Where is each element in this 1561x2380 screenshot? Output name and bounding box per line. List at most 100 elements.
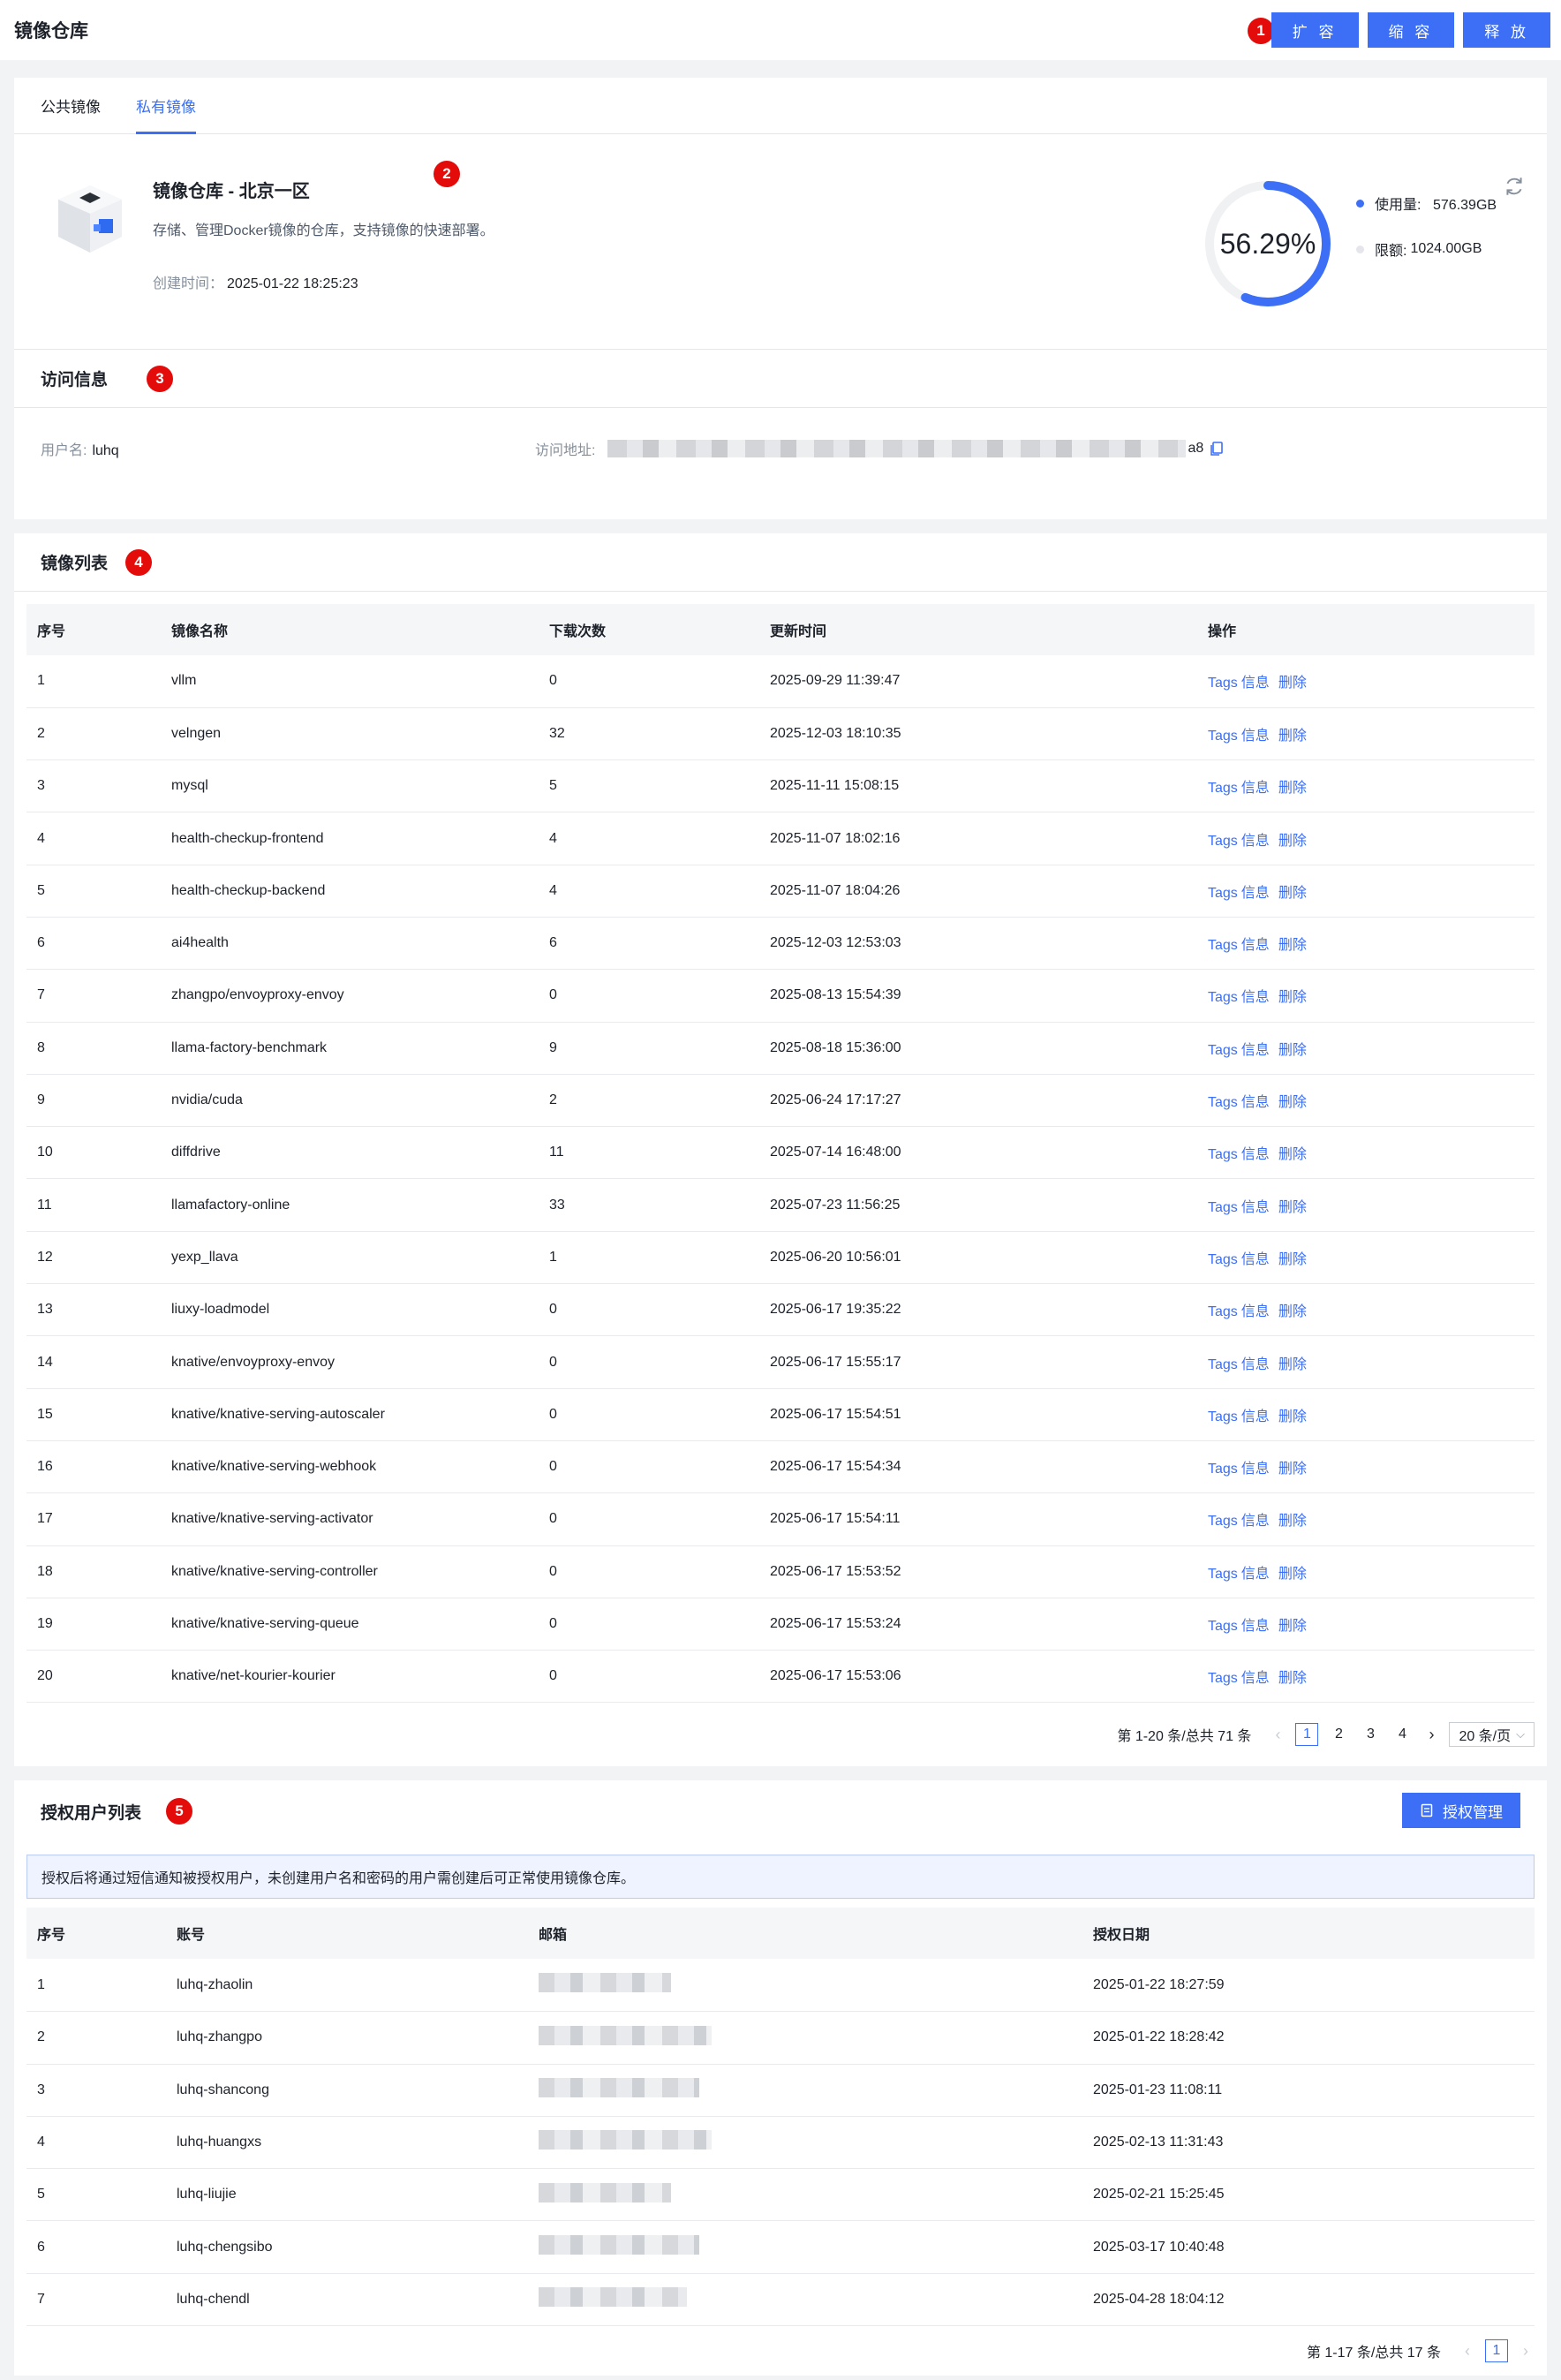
email-redacted: [528, 2220, 1082, 2274]
row-actions: Tags 信息 删除: [1197, 759, 1535, 813]
delete-link[interactable]: 删除: [1278, 1095, 1307, 1110]
page-4[interactable]: 4: [1391, 1723, 1414, 1746]
marker-badge-3: 3: [147, 366, 173, 392]
image-name: yexp_llava: [161, 1231, 539, 1285]
auth-manage-button[interactable]: 授权管理: [1402, 1793, 1520, 1829]
email-blur: [539, 2235, 699, 2255]
delete-link[interactable]: 删除: [1278, 938, 1307, 953]
tags-link[interactable]: Tags: [1208, 1462, 1238, 1477]
delete-link[interactable]: 删除: [1278, 1147, 1307, 1162]
expand-button[interactable]: 扩 容: [1271, 12, 1359, 48]
row-index: 2: [26, 2011, 166, 2065]
info-link[interactable]: 信息: [1241, 1043, 1270, 1058]
download-count: 0: [539, 969, 759, 1023]
tags-link[interactable]: Tags: [1208, 834, 1238, 849]
tags-link[interactable]: Tags: [1208, 990, 1238, 1005]
delete-link[interactable]: 删除: [1278, 1409, 1307, 1424]
tags-link[interactable]: Tags: [1208, 1043, 1238, 1058]
info-link[interactable]: 信息: [1241, 990, 1270, 1005]
delete-link[interactable]: 删除: [1278, 1357, 1307, 1372]
image-list-title: 镜像列表: [41, 555, 109, 573]
delete-link[interactable]: 删除: [1278, 1200, 1307, 1215]
info-link[interactable]: 信息: [1241, 938, 1270, 953]
tags-link[interactable]: Tags: [1208, 1619, 1238, 1634]
delete-link[interactable]: 删除: [1278, 1514, 1307, 1529]
delete-link[interactable]: 删除: [1278, 676, 1307, 691]
delete-link[interactable]: 删除: [1278, 781, 1307, 796]
info-link[interactable]: 信息: [1241, 1409, 1270, 1424]
copy-icon[interactable]: [1209, 441, 1225, 457]
info-link[interactable]: 信息: [1241, 1619, 1270, 1634]
tags-link[interactable]: Tags: [1208, 781, 1238, 796]
info-link[interactable]: 信息: [1241, 1252, 1270, 1267]
delete-link[interactable]: 删除: [1278, 1671, 1307, 1686]
info-link[interactable]: 信息: [1241, 676, 1270, 691]
tab-public-images[interactable]: 公共镜像: [41, 77, 101, 133]
table-row: 20 knative/net-kourier-kourier 0 2025-06-17…: [26, 1650, 1535, 1704]
tags-link[interactable]: Tags: [1208, 1252, 1238, 1267]
info-link[interactable]: 信息: [1241, 886, 1270, 901]
info-link[interactable]: 信息: [1241, 729, 1270, 744]
page-2[interactable]: 2: [1327, 1723, 1350, 1746]
delete-link[interactable]: 删除: [1278, 1619, 1307, 1634]
updated-time: 2025-06-17 15:54:34: [759, 1440, 1197, 1494]
info-link[interactable]: 信息: [1241, 1095, 1270, 1110]
next-page-icon[interactable]: ›: [1422, 1726, 1440, 1744]
used-dot: [1356, 200, 1364, 208]
delete-link[interactable]: 删除: [1278, 990, 1307, 1005]
info-link[interactable]: 信息: [1241, 1304, 1270, 1319]
tags-link[interactable]: Tags: [1208, 1514, 1238, 1529]
delete-link[interactable]: 删除: [1278, 1462, 1307, 1477]
tags-link[interactable]: Tags: [1208, 1567, 1238, 1582]
col-image-name: 镜像名称: [161, 604, 539, 655]
info-link[interactable]: 信息: [1241, 781, 1270, 796]
page-size-select[interactable]: 20 条/页 ⌵: [1449, 1722, 1535, 1748]
tags-link[interactable]: Tags: [1208, 1200, 1238, 1215]
delete-link[interactable]: 删除: [1278, 1252, 1307, 1267]
tags-link[interactable]: Tags: [1208, 729, 1238, 744]
info-link[interactable]: 信息: [1241, 834, 1270, 849]
row-actions: Tags 信息 删除: [1197, 1492, 1535, 1546]
info-link[interactable]: 信息: [1241, 1200, 1270, 1215]
download-count: 9: [539, 1022, 759, 1075]
prev-page-icon[interactable]: ‹: [1269, 1726, 1286, 1744]
delete-link[interactable]: 删除: [1278, 886, 1307, 901]
delete-link[interactable]: 删除: [1278, 1567, 1307, 1582]
row-index: 10: [26, 1126, 161, 1180]
next-page-icon[interactable]: ›: [1517, 2342, 1535, 2361]
tags-link[interactable]: Tags: [1208, 676, 1238, 691]
download-count: 32: [539, 707, 759, 761]
info-link[interactable]: 信息: [1241, 1567, 1270, 1582]
auth-table: 序号 账号 邮箱 授权日期 1 luhq-zhaolin 2025-01-22 18…: [26, 1908, 1535, 2327]
delete-link[interactable]: 删除: [1278, 729, 1307, 744]
release-button[interactable]: 释 放: [1463, 12, 1550, 48]
info-link[interactable]: 信息: [1241, 1671, 1270, 1686]
image-name: vllm: [161, 655, 539, 708]
auth-page-1[interactable]: 1: [1485, 2339, 1508, 2363]
download-count: 11: [539, 1126, 759, 1180]
delete-link[interactable]: 删除: [1278, 1304, 1307, 1319]
tags-link[interactable]: Tags: [1208, 1671, 1238, 1686]
tags-link[interactable]: Tags: [1208, 1147, 1238, 1162]
shrink-button[interactable]: 缩 容: [1367, 12, 1455, 48]
tags-link[interactable]: Tags: [1208, 1409, 1238, 1424]
tags-link[interactable]: Tags: [1208, 886, 1238, 901]
delete-link[interactable]: 删除: [1278, 1043, 1307, 1058]
created-value: 2025-01-22 18:25:23: [227, 276, 358, 291]
page-1[interactable]: 1: [1295, 1723, 1319, 1747]
prev-page-icon[interactable]: ‹: [1459, 2342, 1476, 2361]
info-link[interactable]: 信息: [1241, 1462, 1270, 1477]
tags-link[interactable]: Tags: [1208, 1304, 1238, 1319]
info-link[interactable]: 信息: [1241, 1514, 1270, 1529]
page-3[interactable]: 3: [1359, 1723, 1382, 1746]
tags-link[interactable]: Tags: [1208, 938, 1238, 953]
tags-link[interactable]: Tags: [1208, 1095, 1238, 1110]
auth-date: 2025-01-22 18:27:59: [1082, 1959, 1535, 2013]
delete-link[interactable]: 删除: [1278, 834, 1307, 849]
refresh-icon[interactable]: [1503, 175, 1526, 198]
info-link[interactable]: 信息: [1241, 1147, 1270, 1162]
tags-link[interactable]: Tags: [1208, 1357, 1238, 1372]
tab-private-images[interactable]: 私有镜像: [136, 77, 196, 134]
info-link[interactable]: 信息: [1241, 1357, 1270, 1372]
row-actions: Tags 信息 删除: [1197, 1178, 1535, 1232]
